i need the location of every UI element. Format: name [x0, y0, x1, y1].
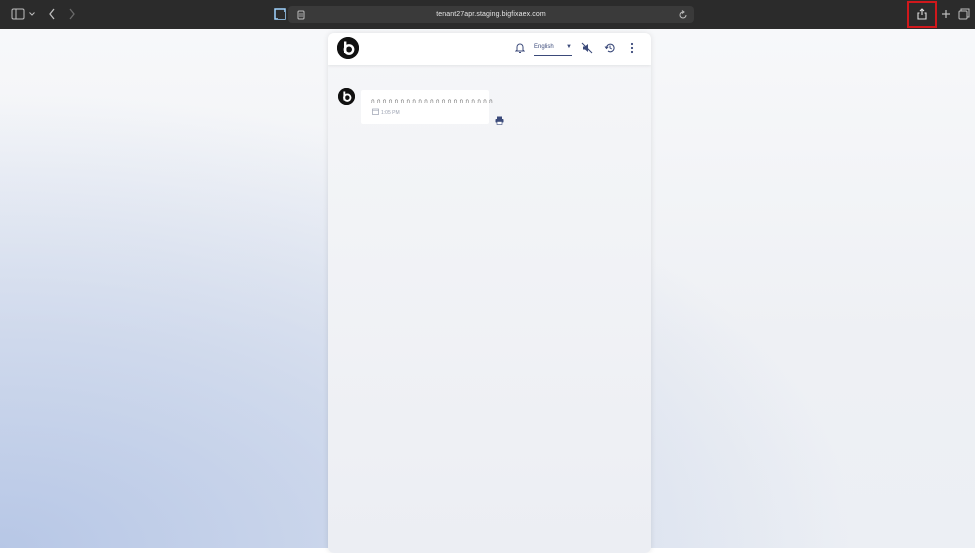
print-icon[interactable] [494, 115, 504, 125]
chat-header: English ▼ [328, 33, 651, 65]
plus-icon[interactable] [938, 6, 954, 22]
clock-icon [372, 108, 379, 115]
message-text: ก ก ก ก ก ก ก ก ก ก ก ก ก ก ก ก ก ก ก ก … [371, 99, 493, 105]
chat-panel: English ▼ ก ก ก ก ก ก ก ก ก ก ก ก ก ก ก … [328, 33, 651, 553]
sidebar-icon[interactable] [10, 6, 26, 22]
language-select[interactable]: English ▼ [534, 39, 572, 56]
bot-message-bubble: ก ก ก ก ก ก ก ก ก ก ก ก ก ก ก ก ก ก ก ก … [361, 90, 493, 124]
brand-logo-icon [337, 37, 359, 59]
reload-icon[interactable] [675, 7, 691, 23]
highlight-box [907, 1, 937, 28]
address-bar[interactable]: tenant27apr.staging.bigfixaex.com [288, 6, 694, 23]
reader-icon[interactable] [272, 6, 288, 22]
caret-down-icon: ▼ [566, 44, 572, 50]
message-timestamp: 1:05 PM [381, 110, 400, 116]
language-value: English [534, 44, 554, 50]
bell-icon[interactable] [513, 41, 527, 55]
chevron-down-icon[interactable] [28, 6, 36, 22]
history-icon[interactable] [603, 41, 617, 55]
chevron-left-icon[interactable] [44, 6, 60, 22]
chevron-right-icon[interactable] [64, 6, 80, 22]
address-url: tenant27apr.staging.bigfixaex.com [436, 11, 546, 18]
mute-audio-icon[interactable] [580, 41, 594, 55]
browser-toolbar: tenant27apr.staging.bigfixaex.com [0, 0, 975, 30]
tabs-overview-icon[interactable] [956, 6, 972, 22]
bot-avatar [338, 88, 355, 105]
more-options-icon[interactable] [625, 41, 639, 55]
